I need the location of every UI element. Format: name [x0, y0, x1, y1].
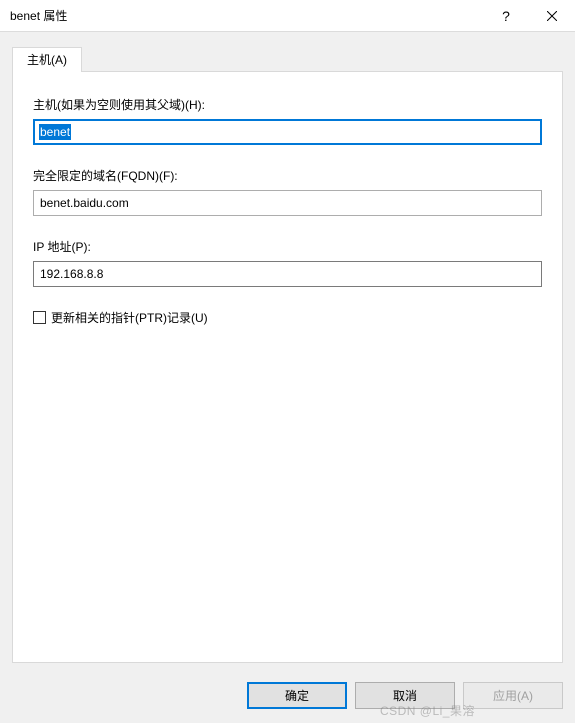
ok-button[interactable]: 确定 [247, 682, 347, 709]
ptr-row: 更新相关的指针(PTR)记录(U) [33, 309, 542, 326]
host-group: 主机(如果为空则使用其父域)(H): benet [33, 96, 542, 145]
tab-host[interactable]: 主机(A) [12, 47, 82, 72]
ip-group: IP 地址(P): [33, 238, 542, 287]
host-input-selection: benet [39, 124, 71, 140]
fqdn-label: 完全限定的域名(FQDN)(F): [33, 167, 542, 184]
fqdn-group: 完全限定的域名(FQDN)(F): [33, 167, 542, 216]
close-button[interactable] [529, 0, 575, 32]
help-button[interactable]: ? [483, 0, 529, 32]
tab-strip: 主机(A) [12, 47, 563, 71]
host-label: 主机(如果为空则使用其父域)(H): [33, 96, 542, 113]
button-row: 确定 取消 应用(A) [247, 682, 563, 709]
ptr-label[interactable]: 更新相关的指针(PTR)记录(U) [51, 309, 208, 326]
titlebar: benet 属性 ? [0, 0, 575, 32]
cancel-button[interactable]: 取消 [355, 682, 455, 709]
fqdn-input[interactable] [33, 190, 542, 216]
apply-button[interactable]: 应用(A) [463, 682, 563, 709]
window-title: benet 属性 [10, 7, 483, 24]
ptr-checkbox[interactable] [33, 311, 46, 324]
tab-container: 主机(A) 主机(如果为空则使用其父域)(H): benet 完全限定的域名(F… [12, 47, 563, 663]
tab-panel: 主机(如果为空则使用其父域)(H): benet 完全限定的域名(FQDN)(F… [12, 71, 563, 663]
ip-input[interactable] [33, 261, 542, 287]
host-input[interactable]: benet [33, 119, 542, 145]
content-area: 主机(A) 主机(如果为空则使用其父域)(H): benet 完全限定的域名(F… [0, 32, 575, 723]
ip-label: IP 地址(P): [33, 238, 542, 255]
close-icon [547, 11, 557, 21]
